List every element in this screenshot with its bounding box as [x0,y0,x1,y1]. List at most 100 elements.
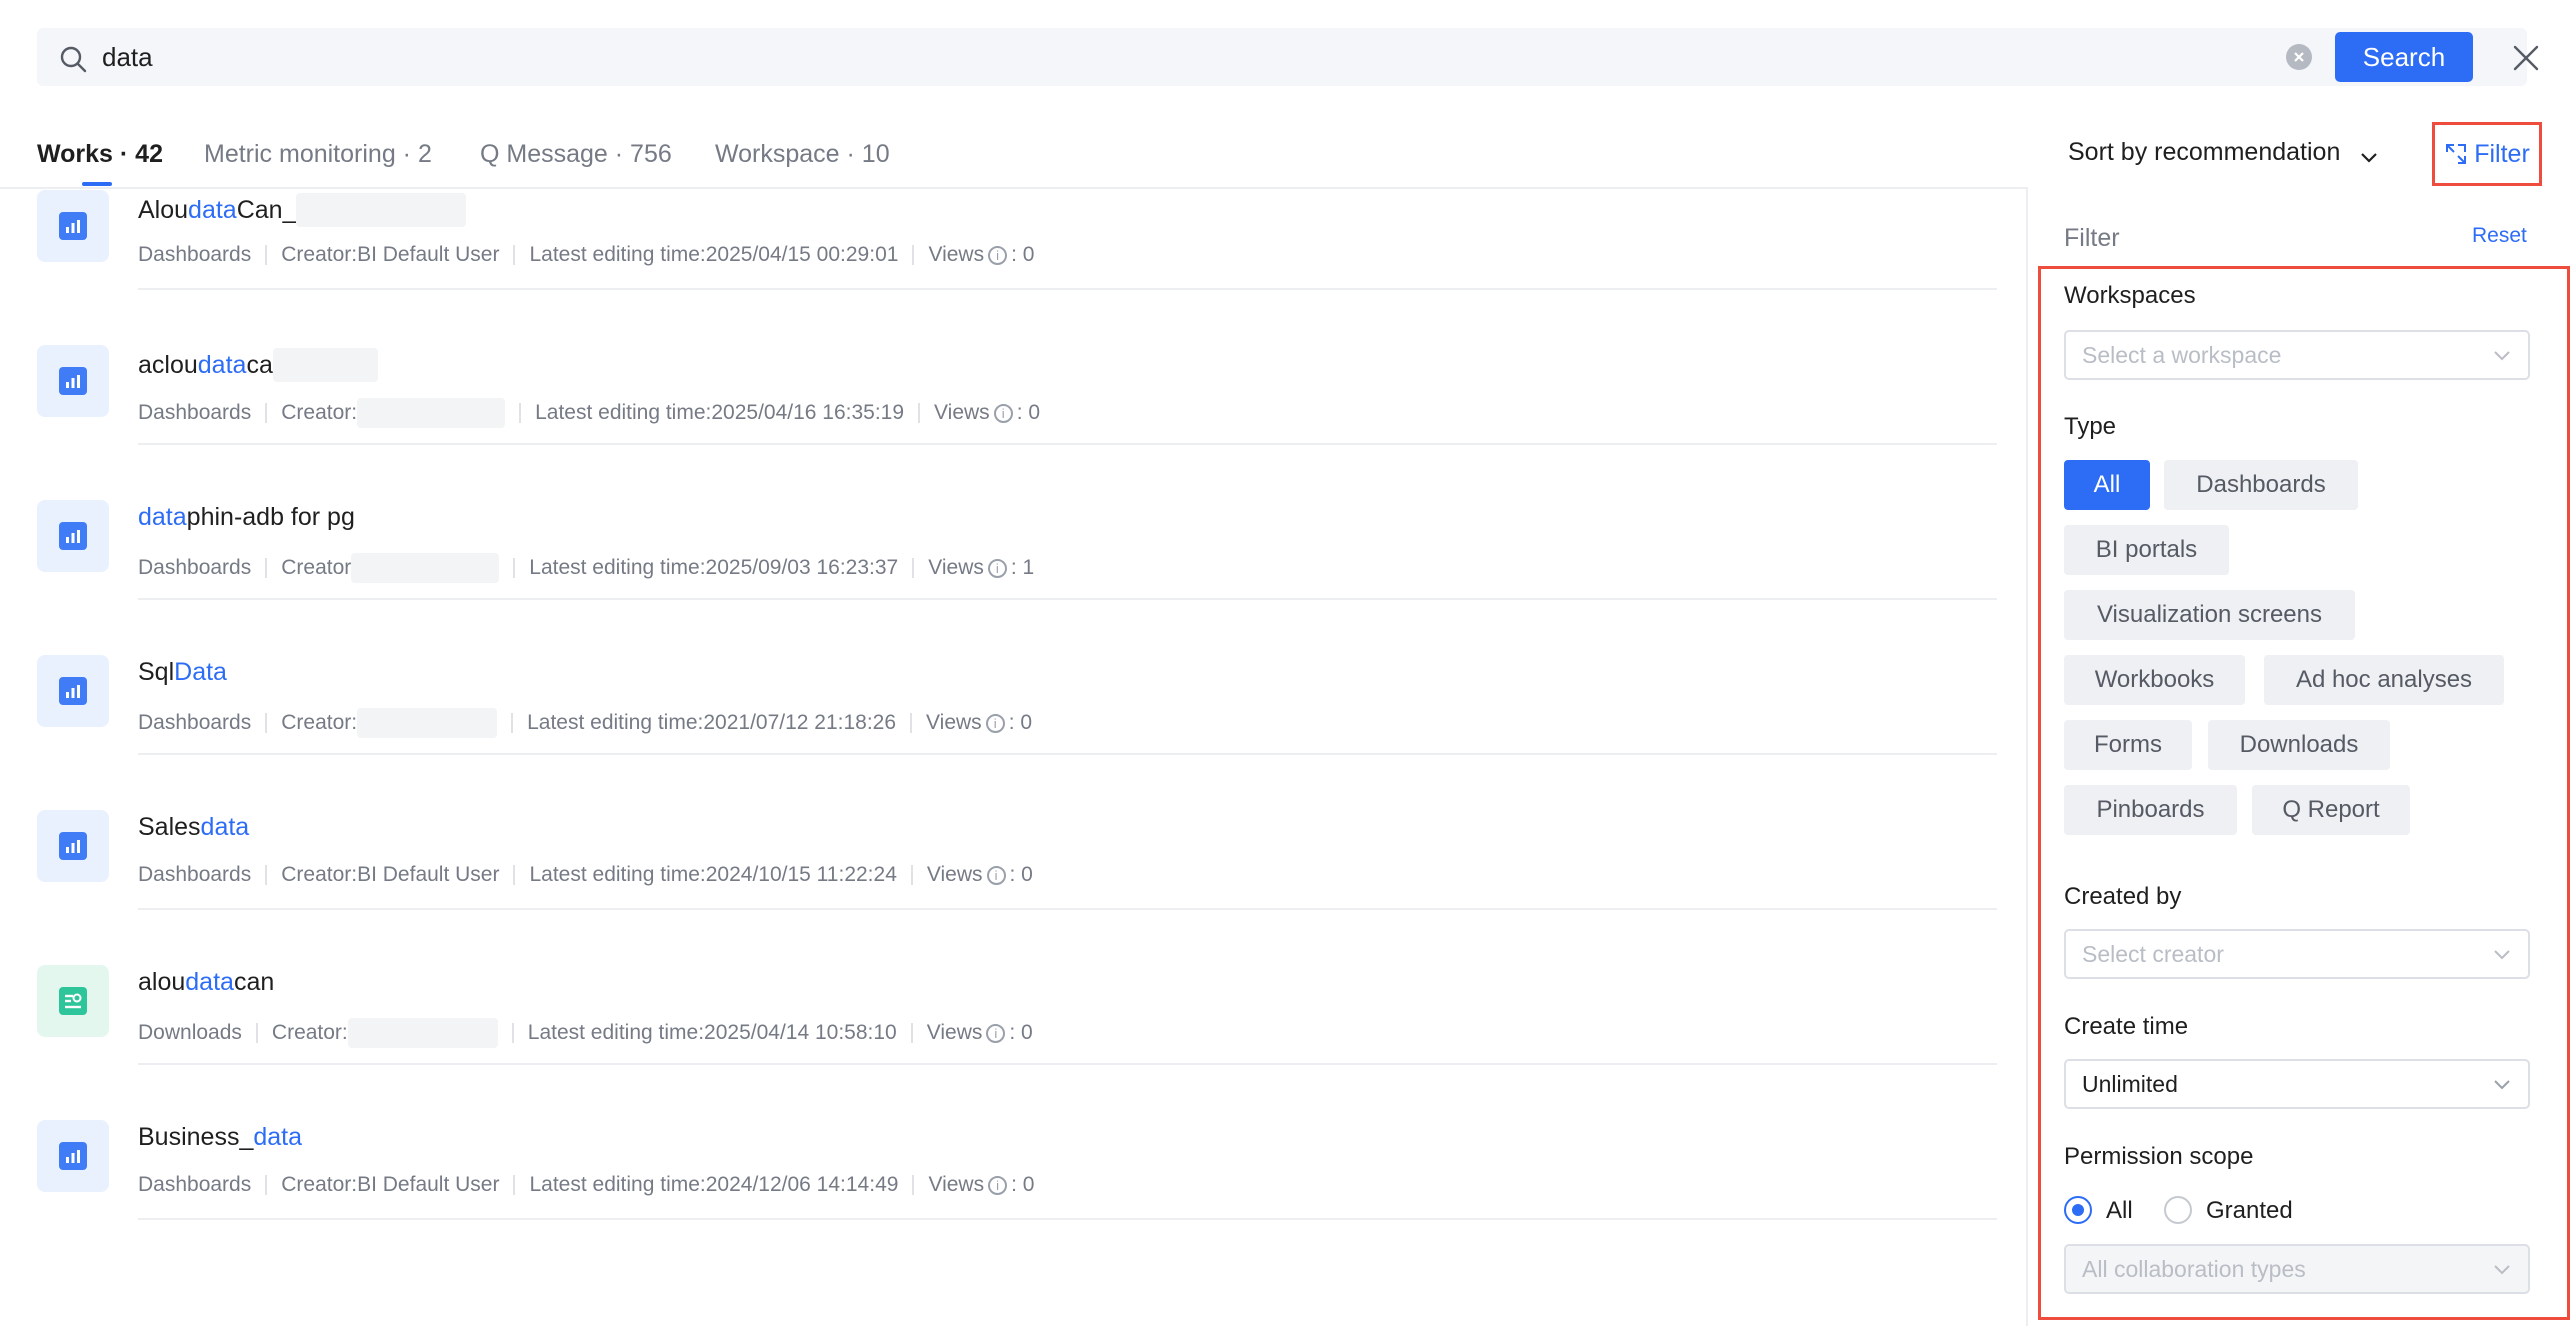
list-item[interactable]: data phin-adb for pg Dashboards Creator … [37,445,1997,600]
info-icon[interactable]: i [985,713,1005,733]
reset-link[interactable]: Reset [2472,224,2527,248]
item-creator: Creator [281,556,352,579]
item-meta: Dashboards Creator Latest editing time:2… [138,553,1034,583]
item-title[interactable]: Sales data [138,813,249,842]
item-edit-time: Latest editing time:2021/07/12 21:18:26 [527,711,897,734]
chevron-down-icon [2494,1265,2510,1275]
close-icon[interactable] [2510,42,2542,74]
chevron-down-icon [2494,351,2510,361]
workspace-select[interactable]: Select a workspace [2064,330,2530,380]
item-views-label: Views [928,1173,985,1196]
info-icon[interactable]: i [986,1023,1006,1043]
title-suffix: can [233,968,275,996]
create-time-select[interactable]: Unlimited [2064,1059,2530,1109]
filter-icon [2446,144,2467,164]
meta-separator [511,1023,514,1043]
type-label: Type [2064,413,2117,440]
list-item[interactable]: Alou data Can_ Dashboards Creator:BI Def… [37,135,1997,290]
redacted-block [357,398,506,428]
info-icon[interactable]: i [986,865,1006,885]
dashboard-icon [59,832,87,860]
redacted-block [357,708,498,738]
dashboard-icon [59,1142,87,1170]
search-button[interactable]: Search [2335,32,2473,82]
permission-scope-label: Permission scope [2064,1143,2254,1170]
list-item[interactable]: Sql Data Dashboards Creator: Latest edit… [37,600,1997,755]
info-icon[interactable]: i [993,403,1013,423]
filter-button[interactable]: Filter [2432,122,2542,186]
collaboration-type-select[interactable]: All collaboration types [2064,1244,2530,1294]
item-views-label: Views [934,401,990,424]
item-thumbnail [37,965,109,1037]
meta-separator [912,245,915,265]
type-chip-dashboards[interactable]: Dashboards [2164,460,2358,510]
meta-separator [255,1023,258,1043]
dashboard-icon [59,212,87,240]
filter-panel-title: Filter [2064,224,2120,252]
item-thumbnail [37,655,109,727]
item-edit-time: Latest editing time:2024/12/06 14:14:49 [529,1173,899,1196]
item-title[interactable]: data phin-adb for pg [138,503,355,532]
item-views-label: Views [928,556,984,579]
item-title[interactable]: alou data can [138,968,274,997]
dashboard-icon [59,367,87,395]
meta-separator [513,1175,516,1195]
title-suffix: ca [246,350,273,379]
item-title[interactable]: Alou data Can_ [138,193,467,227]
info-icon[interactable]: i [987,558,1007,578]
sort-dropdown[interactable]: Sort by recommendation [2068,138,2340,167]
workspaces-label: Workspaces [2064,282,2196,309]
list-item[interactable]: Sales data Dashboards Creator:BI Default… [37,755,1997,910]
item-type: Dashboards [138,401,252,424]
type-chip-downloads[interactable]: Downloads [2208,720,2390,770]
create-time-label: Create time [2064,1013,2189,1040]
title-highlight: data [200,813,250,841]
list-item[interactable]: Business_ data Dashboards Creator:BI Def… [37,1065,1997,1220]
title-prefix: alou [138,968,186,996]
clear-search-icon[interactable] [2286,44,2312,70]
title-highlight: data [138,503,187,531]
type-chip-visualization-screens[interactable]: Visualization screens [2064,590,2355,640]
item-creator: Creator:BI Default User [281,243,500,266]
type-chip-workbooks[interactable]: Workbooks [2064,655,2245,705]
item-views-label: Views [928,243,985,266]
create-time-value: Unlimited [2082,1070,2178,1097]
row-divider [138,1218,1997,1220]
item-meta: Dashboards Creator:BI Default User Lates… [138,243,1034,267]
list-item[interactable]: aclou data ca Dashboards Creator: Latest… [37,290,1997,445]
type-chip-ad-hoc-analyses[interactable]: Ad hoc analyses [2264,655,2504,705]
item-title[interactable]: aclou data ca [138,348,378,382]
search-input[interactable] [102,30,2262,84]
item-edit-time: Latest editing time:2025/09/03 16:23:37 [529,556,899,579]
creator-select[interactable]: Select creator [2064,929,2530,979]
type-chip-q-report[interactable]: Q Report [2252,785,2410,835]
title-prefix: Business_ [138,1123,254,1151]
permission-granted-radio[interactable] [2164,1196,2192,1224]
type-chip-all[interactable]: All [2064,460,2150,510]
type-chip-pinboards[interactable]: Pinboards [2064,785,2237,835]
type-chip-forms[interactable]: Forms [2064,720,2192,770]
item-meta: Dashboards Creator: Latest editing time:… [138,708,1032,738]
item-edit-time: Latest editing time:2025/04/16 16:35:19 [535,401,905,424]
item-title[interactable]: Business_ data [138,1123,302,1152]
item-views: : 0 [1009,1021,1033,1044]
item-views-label: Views [926,1021,983,1044]
item-edit-time: Latest editing time:2024/10/15 11:22:24 [529,863,897,886]
meta-separator [513,865,516,885]
info-icon[interactable]: i [988,245,1008,265]
type-chip-bi-portals[interactable]: BI portals [2064,525,2229,575]
permission-granted-label: Granted [2206,1197,2293,1224]
meta-separator [265,558,268,578]
permission-all-radio[interactable] [2064,1196,2092,1224]
redacted-block [296,193,467,227]
item-meta: Dashboards Creator: Latest editing time:… [138,398,1040,428]
list-item[interactable]: alou data can Downloads Creator: Latest … [37,910,1997,1065]
meta-separator [265,245,268,265]
title-highlight: data [185,968,234,996]
item-title[interactable]: Sql Data [138,658,227,687]
redacted-block [351,553,500,583]
item-thumbnail [37,500,109,572]
info-icon[interactable]: i [988,1175,1008,1195]
dashboard-icon [59,522,87,550]
chevron-down-icon[interactable] [2358,146,2380,168]
